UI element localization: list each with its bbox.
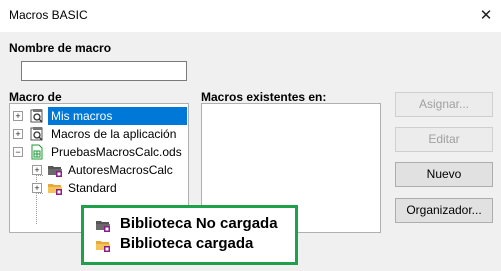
- library-not-loaded-icon: [48, 166, 62, 177]
- existing-macros-label: Macros existentes en:: [201, 90, 327, 104]
- tree-item-autores-macros-calc[interactable]: + AutoresMacrosCalc: [10, 161, 188, 179]
- macro-name-label-text: Nombre de macro: [9, 41, 112, 55]
- library-not-loaded-icon: [96, 221, 110, 232]
- expand-icon[interactable]: +: [13, 111, 23, 121]
- legend-loaded-text: Biblioteca cargada: [120, 235, 254, 252]
- tree-item-label: AutoresMacrosCalc: [68, 163, 173, 177]
- expand-icon[interactable]: +: [13, 129, 23, 139]
- collapse-icon[interactable]: −: [13, 147, 23, 157]
- title-bar: Macros BASIC ✕: [0, 0, 501, 32]
- edit-button[interactable]: Editar: [395, 127, 493, 152]
- calc-document-icon: [31, 144, 43, 160]
- library-loaded-icon: [48, 184, 62, 195]
- macros-basic-dialog: Macros BASIC ✕ Nombre de macro Macro de …: [0, 0, 501, 271]
- macro-name-input[interactable]: [21, 61, 187, 81]
- tree-item-standard[interactable]: + Standard: [10, 179, 188, 197]
- tree-item-label: PruebasMacrosCalc.ods: [51, 145, 182, 159]
- new-button[interactable]: Nuevo: [395, 162, 493, 187]
- expand-icon[interactable]: +: [32, 165, 42, 175]
- window-title: Macros BASIC: [9, 8, 88, 22]
- legend-not-loaded-text: Biblioteca No cargada: [120, 215, 278, 232]
- tree-item-mis-macros[interactable]: + Mis macros: [10, 107, 188, 125]
- macro-from-label: Macro de: [9, 90, 62, 104]
- library-loaded-icon: [96, 241, 110, 252]
- macro-name-label: Nombre de macro: [9, 41, 111, 55]
- basic-library-icon: [30, 127, 43, 141]
- assign-button[interactable]: Asignar...: [395, 92, 493, 117]
- basic-library-icon: [30, 109, 43, 123]
- tree-item-label: Macros de la aplicación: [51, 127, 177, 141]
- close-icon[interactable]: ✕: [475, 4, 497, 26]
- expand-icon[interactable]: +: [32, 183, 42, 193]
- icon-legend: Biblioteca No cargada Biblioteca cargada: [81, 205, 298, 265]
- tree-item-label: Standard: [68, 181, 117, 195]
- tree-item-macros-aplicacion[interactable]: + Macros de la aplicación: [10, 125, 188, 143]
- organizer-button[interactable]: Organizador...: [395, 198, 493, 223]
- tree-item-pruebas-macros-calc[interactable]: − PruebasMacrosCalc.ods: [10, 143, 188, 161]
- tree-item-label: Mis macros: [51, 109, 113, 123]
